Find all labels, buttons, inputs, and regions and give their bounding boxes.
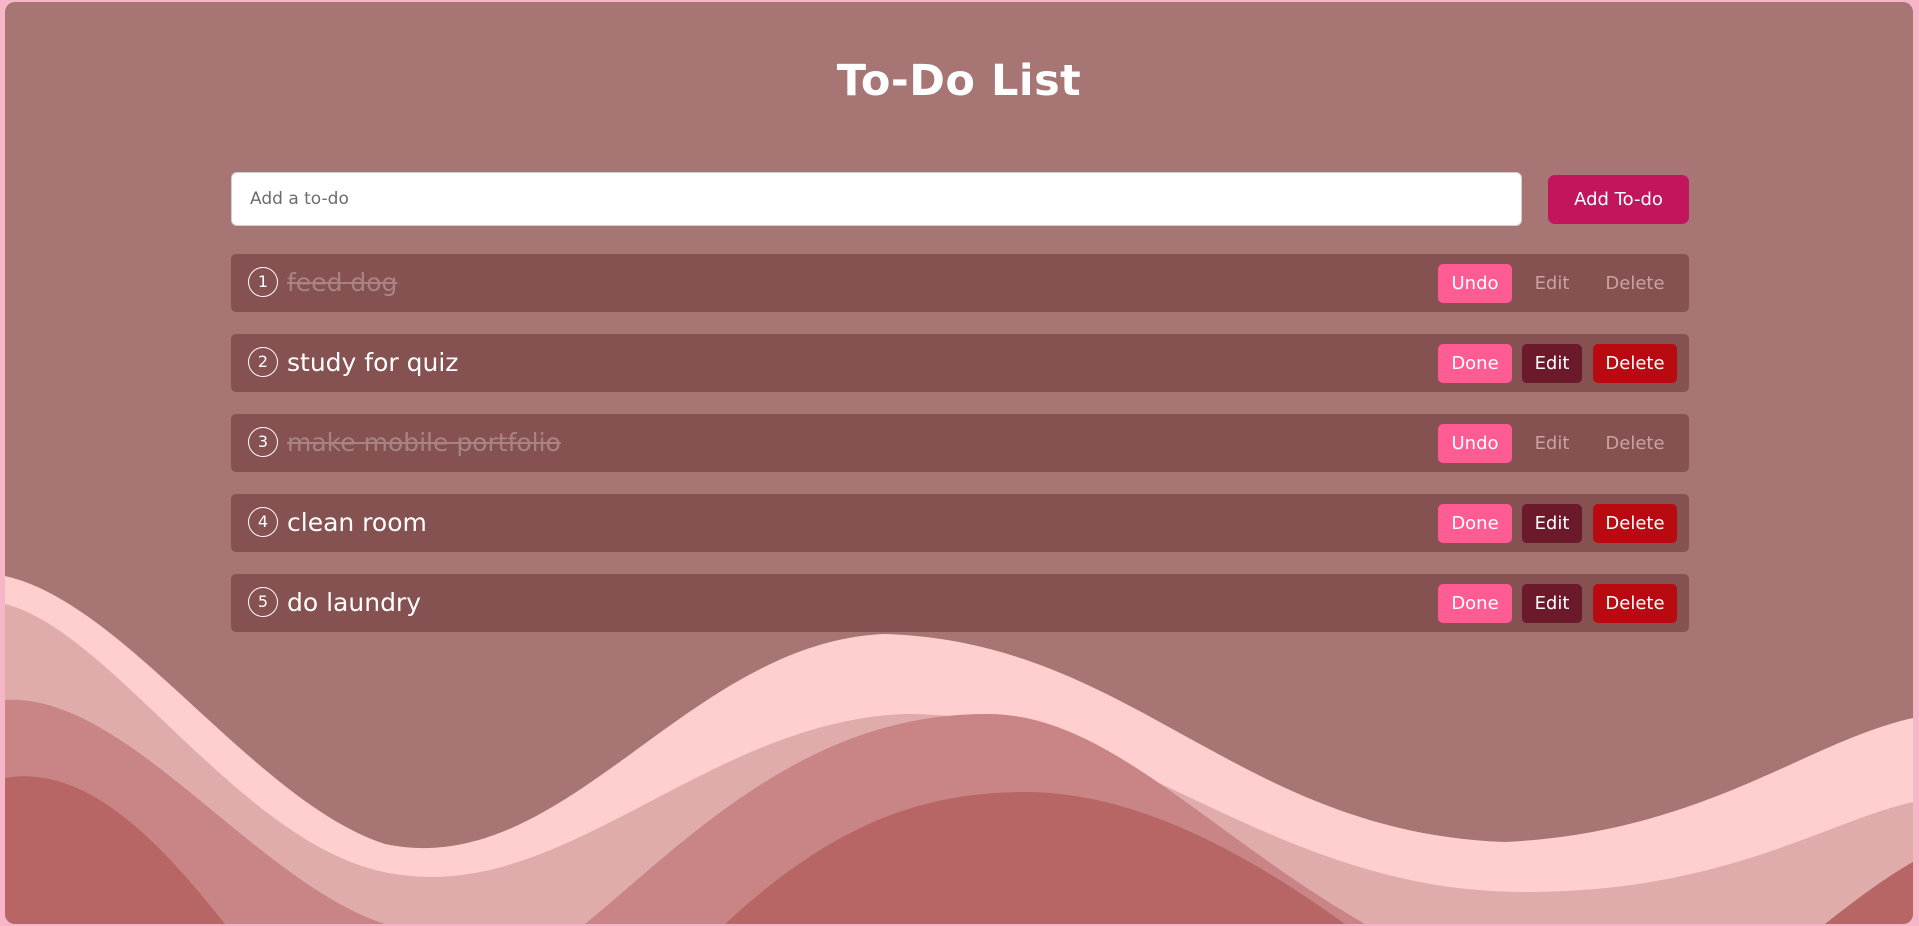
todo-item: 3 make mobile portfolio Undo Edit Delete — [231, 414, 1689, 472]
todo-item: 2 study for quiz Done Edit Delete — [231, 334, 1689, 392]
todo-input[interactable] — [231, 172, 1522, 226]
edit-button[interactable]: Edit — [1522, 584, 1582, 623]
app-frame: To-Do List Add To-do 1 feed dog Undo Edi… — [5, 2, 1913, 924]
done-button[interactable]: Done — [1438, 344, 1512, 383]
edit-button[interactable]: Edit — [1522, 344, 1582, 383]
todo-item: 5 do laundry Done Edit Delete — [231, 574, 1689, 632]
todo-item: 1 feed dog Undo Edit Delete — [231, 254, 1689, 312]
page-title: To-Do List — [836, 56, 1082, 106]
todo-number: 4 — [248, 507, 278, 537]
todo-number: 1 — [248, 267, 278, 297]
done-button[interactable]: Done — [1438, 504, 1512, 543]
delete-button[interactable]: Delete — [1593, 504, 1677, 543]
delete-button[interactable]: Delete — [1593, 264, 1677, 303]
todo-item: 4 clean room Done Edit Delete — [231, 494, 1689, 552]
todo-number: 3 — [248, 427, 278, 457]
todo-number: 2 — [248, 347, 278, 377]
undo-button[interactable]: Undo — [1438, 424, 1512, 463]
todo-text: make mobile portfolio — [287, 428, 561, 457]
edit-button[interactable]: Edit — [1522, 424, 1582, 463]
todo-text: feed dog — [287, 268, 398, 297]
todo-text: study for quiz — [287, 348, 459, 377]
delete-button[interactable]: Delete — [1593, 424, 1677, 463]
undo-button[interactable]: Undo — [1438, 264, 1512, 303]
delete-button[interactable]: Delete — [1593, 584, 1677, 623]
todo-text: do laundry — [287, 588, 422, 617]
add-todo-button[interactable]: Add To-do — [1548, 175, 1689, 224]
edit-button[interactable]: Edit — [1522, 504, 1582, 543]
todo-number: 5 — [248, 587, 278, 617]
delete-button[interactable]: Delete — [1593, 344, 1677, 383]
done-button[interactable]: Done — [1438, 584, 1512, 623]
edit-button[interactable]: Edit — [1522, 264, 1582, 303]
todo-text: clean room — [287, 508, 427, 537]
